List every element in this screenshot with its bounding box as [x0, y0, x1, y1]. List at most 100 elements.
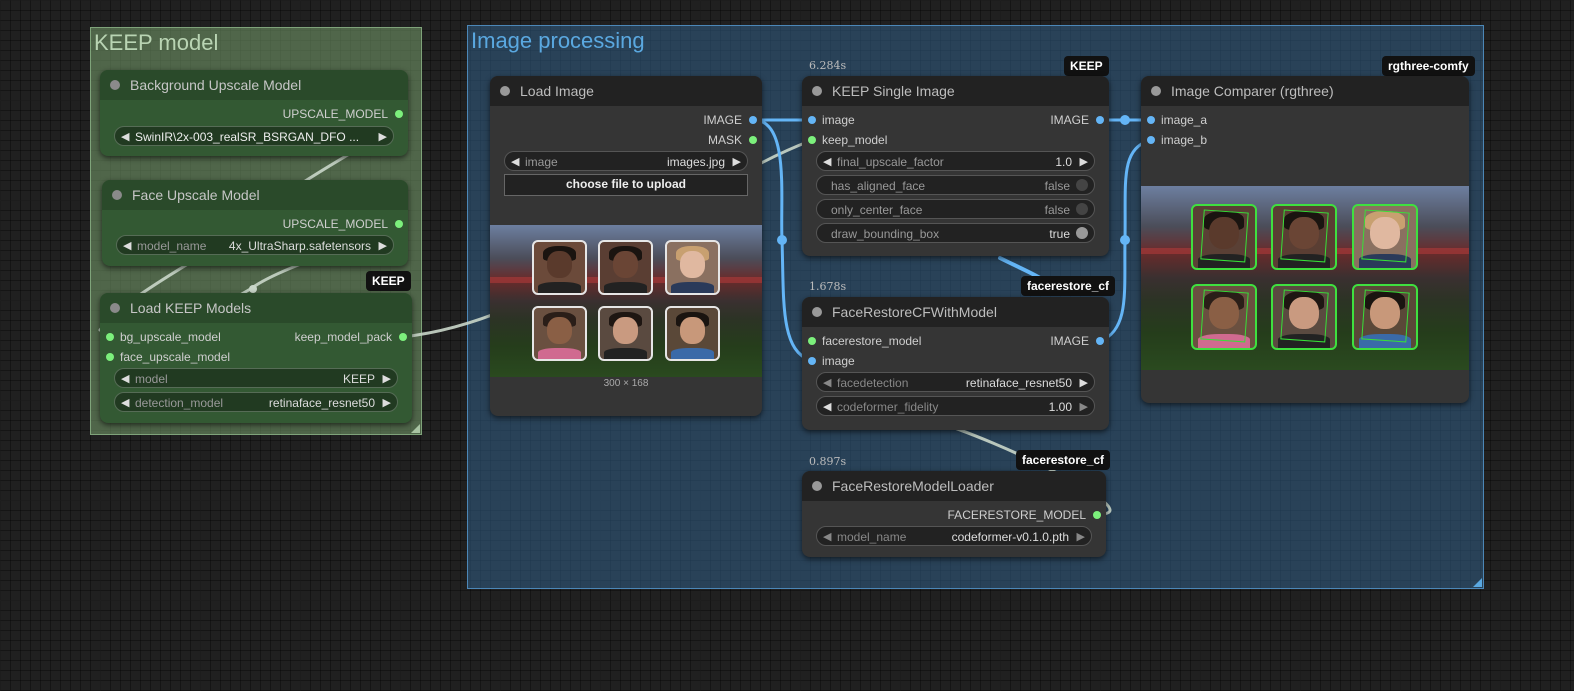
input-dot-icon[interactable] [808, 136, 816, 144]
arrow-right-icon[interactable]: ▶ [733, 155, 741, 168]
slot-row[interactable]: facerestore_model IMAGE [802, 331, 1109, 351]
arrow-left-icon[interactable]: ◀ [121, 372, 129, 385]
input-dot-icon[interactable] [808, 337, 816, 345]
draw-bounding-box-toggle[interactable]: draw_bounding_box true [816, 223, 1095, 243]
model-name-combo-widget[interactable]: ◀ model_name codeformer-v0.1.0.pth ▶ [816, 526, 1092, 546]
node-load-image[interactable]: Load Image IMAGE MASK ◀ image images.jpg… [490, 76, 762, 416]
arrow-left-icon[interactable]: ◀ [823, 376, 831, 389]
node-header[interactable]: Background Upscale Model [100, 70, 408, 100]
node-background-upscale-model[interactable]: Background Upscale Model UPSCALE_MODEL ◀… [100, 70, 408, 156]
execution-time: 6.284s [809, 59, 847, 72]
arrow-left-icon[interactable]: ◀ [823, 155, 831, 168]
node-header[interactable]: Image Comparer (rgthree) [1141, 76, 1469, 106]
output-label: UPSCALE_MODEL [282, 107, 388, 121]
output-dot-icon[interactable] [1096, 116, 1104, 124]
comparison-image[interactable] [1141, 186, 1469, 370]
node-header[interactable]: FaceRestoreModelLoader [802, 471, 1106, 501]
arrow-right-icon[interactable]: ▶ [1080, 400, 1088, 413]
output-slot[interactable]: UPSCALE_MODEL [100, 104, 408, 124]
widget-label: has_aligned_face [831, 179, 926, 193]
node-header[interactable]: Load Image [490, 76, 762, 106]
output-dot-icon[interactable] [1096, 337, 1104, 345]
collapse-dot-icon[interactable] [812, 481, 822, 491]
output-slot[interactable]: MASK [490, 130, 762, 150]
arrow-left-icon[interactable]: ◀ [123, 239, 131, 252]
node-header[interactable]: KEEP Single Image [802, 76, 1109, 106]
input-dot-icon[interactable] [106, 333, 114, 341]
slot-row[interactable]: keep_model [802, 130, 1109, 150]
output-dot-icon[interactable] [1093, 511, 1101, 519]
input-dot-icon[interactable] [106, 353, 114, 361]
collapse-dot-icon[interactable] [1151, 86, 1161, 96]
arrow-right-icon[interactable]: ▶ [383, 372, 391, 385]
arrow-left-icon[interactable]: ◀ [121, 130, 129, 143]
output-slot[interactable]: UPSCALE_MODEL [102, 214, 408, 234]
node-image-comparer[interactable]: Image Comparer (rgthree) image_a image_b [1141, 76, 1469, 403]
codeformer-fidelity-widget[interactable]: ◀ codeformer_fidelity 1.00 ▶ [816, 396, 1095, 416]
node-facerestore-cf-with-model[interactable]: FaceRestoreCFWithModel facerestore_model… [802, 297, 1109, 430]
slot-row[interactable]: face_upscale_model [100, 347, 412, 367]
output-slot[interactable]: IMAGE [490, 110, 762, 130]
only-center-face-toggle[interactable]: only_center_face false [816, 199, 1095, 219]
input-dot-icon[interactable] [808, 116, 816, 124]
input-dot-icon[interactable] [1147, 116, 1155, 124]
input-dot-icon[interactable] [808, 357, 816, 365]
output-dot-icon[interactable] [395, 110, 403, 118]
arrow-right-icon[interactable]: ▶ [1080, 376, 1088, 389]
collapse-dot-icon[interactable] [812, 86, 822, 96]
node-keep-single-image[interactable]: KEEP Single Image image IMAGE keep_model… [802, 76, 1109, 256]
node-title: Image Comparer (rgthree) [1171, 83, 1334, 99]
slot-row[interactable]: image_b [1141, 130, 1469, 150]
node-facerestore-model-loader[interactable]: FaceRestoreModelLoader FACERESTORE_MODEL… [802, 471, 1106, 557]
arrow-right-icon[interactable]: ▶ [379, 130, 387, 143]
upload-button[interactable]: choose file to upload [504, 174, 748, 196]
widget-value: KEEP [342, 372, 375, 386]
collapse-dot-icon[interactable] [812, 307, 822, 317]
face-thumbnail [532, 306, 587, 361]
arrow-right-icon[interactable]: ▶ [1077, 530, 1085, 543]
slot-row[interactable]: image [802, 351, 1109, 371]
arrow-left-icon[interactable]: ◀ [823, 530, 831, 543]
collapse-dot-icon[interactable] [110, 303, 120, 313]
arrow-right-icon[interactable]: ▶ [383, 396, 391, 409]
image-combo-widget[interactable]: ◀ image images.jpg ▶ [504, 151, 748, 171]
toggle-knob-icon[interactable] [1076, 227, 1088, 239]
node-header[interactable]: Face Upscale Model [102, 180, 408, 210]
output-dot-icon[interactable] [399, 333, 407, 341]
input-label: image [822, 113, 855, 127]
node-header[interactable]: Load KEEP Models [100, 293, 412, 323]
input-dot-icon[interactable] [1147, 136, 1155, 144]
output-dot-icon[interactable] [749, 116, 757, 124]
widget-value: 4x_UltraSharp.safetensors [228, 239, 371, 253]
node-face-upscale-model[interactable]: Face Upscale Model UPSCALE_MODEL ◀ model… [102, 180, 408, 266]
arrow-left-icon[interactable]: ◀ [511, 155, 519, 168]
facedetection-combo-widget[interactable]: ◀ facedetection retinaface_resnet50 ▶ [816, 372, 1095, 392]
node-title: Load Image [520, 83, 594, 99]
collapse-dot-icon[interactable] [110, 80, 120, 90]
slot-row[interactable]: image_a [1141, 110, 1469, 130]
node-header[interactable]: FaceRestoreCFWithModel [802, 297, 1109, 327]
model-combo-widget[interactable]: ◀ SwinIR\2x-003_realSR_BSRGAN_DFO ... ▶ [114, 126, 394, 146]
output-label: keep_model_pack [294, 330, 392, 344]
output-slot[interactable]: FACERESTORE_MODEL [802, 505, 1106, 525]
model-combo-widget[interactable]: ◀ model KEEP ▶ [114, 368, 398, 388]
toggle-knob-icon[interactable] [1076, 203, 1088, 215]
arrow-right-icon[interactable]: ▶ [379, 239, 387, 252]
slot-row[interactable]: image IMAGE [802, 110, 1109, 130]
model-name-combo-widget[interactable]: ◀ model_name 4x_UltraSharp.safetensors ▶ [116, 235, 394, 255]
slot-row[interactable]: bg_upscale_model keep_model_pack [100, 327, 412, 347]
collapse-dot-icon[interactable] [500, 86, 510, 96]
has-aligned-face-toggle[interactable]: has_aligned_face false [816, 175, 1095, 195]
arrow-left-icon[interactable]: ◀ [121, 396, 129, 409]
final-upscale-factor-widget[interactable]: ◀ final_upscale_factor 1.0 ▶ [816, 151, 1095, 171]
output-dot-icon[interactable] [395, 220, 403, 228]
output-dot-icon[interactable] [749, 136, 757, 144]
collapse-dot-icon[interactable] [112, 190, 122, 200]
node-title: Face Upscale Model [132, 187, 260, 203]
toggle-knob-icon[interactable] [1076, 179, 1088, 191]
arrow-left-icon[interactable]: ◀ [823, 400, 831, 413]
node-title: FaceRestoreModelLoader [832, 478, 994, 494]
detection-model-combo-widget[interactable]: ◀ detection_model retinaface_resnet50 ▶ [114, 392, 398, 412]
arrow-right-icon[interactable]: ▶ [1080, 155, 1088, 168]
node-load-keep-models[interactable]: Load KEEP Models bg_upscale_model keep_m… [100, 293, 412, 423]
